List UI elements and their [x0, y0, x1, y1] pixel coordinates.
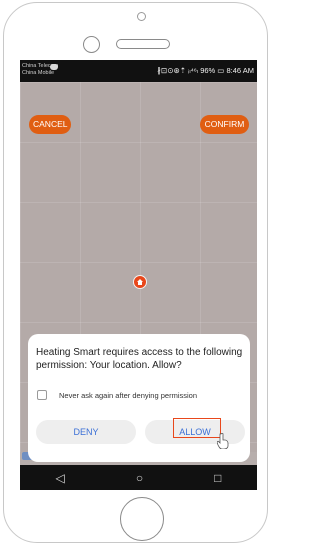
screen: China Telecom China Mobile ∦⊡⊙⊛⇡ ᵢₗ⁴⁶ₗ 9…	[20, 60, 257, 490]
android-nav-bar: ◁ ○ □	[20, 465, 257, 490]
status-bar: China Telecom China Mobile ∦⊡⊙⊛⇡ ᵢₗ⁴⁶ₗ 9…	[20, 60, 257, 82]
permission-dialog: Heating Smart requires access to the fol…	[28, 334, 250, 462]
status-icons: ∦⊡⊙⊛⇡ ᵢₗ⁴⁶ₗ 96% ▭ 8:46 AM	[157, 66, 254, 75]
never-ask-label: Never ask again after denying permission	[59, 391, 197, 400]
dialog-message: Heating Smart requires access to the fol…	[36, 347, 243, 371]
wechat-icon	[50, 64, 58, 70]
never-ask-checkbox[interactable]	[37, 390, 47, 400]
cancel-button[interactable]: CANCEL	[29, 115, 71, 134]
allow-highlight-box	[173, 418, 221, 438]
earpiece-speaker	[116, 39, 170, 49]
confirm-button[interactable]: CONFIRM	[200, 115, 249, 134]
house-icon	[137, 279, 143, 285]
front-camera	[83, 36, 100, 53]
pointer-hand-icon	[217, 433, 229, 449]
camera-dot	[137, 12, 146, 21]
recents-icon[interactable]: □	[214, 471, 221, 485]
home-button[interactable]	[120, 497, 164, 541]
home-nav-icon[interactable]: ○	[136, 471, 143, 485]
carrier-2: China Mobile	[22, 70, 55, 76]
deny-button[interactable]: DENY	[36, 420, 136, 444]
back-icon[interactable]: ◁	[56, 471, 65, 485]
home-location-marker[interactable]	[133, 275, 147, 289]
